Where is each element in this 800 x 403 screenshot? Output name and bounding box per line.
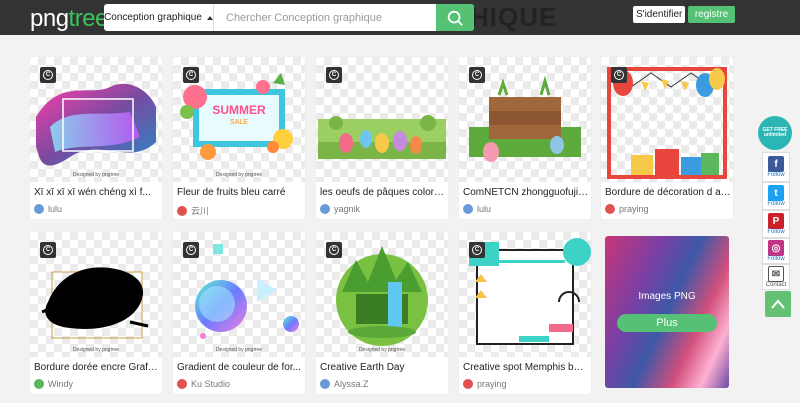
mail-icon: ✉: [768, 266, 784, 282]
card-title[interactable]: Creative Earth Day: [320, 362, 446, 373]
avatar: [177, 379, 187, 389]
card-author[interactable]: yagnik: [320, 204, 360, 214]
facebook-icon: f: [768, 156, 784, 172]
author-name: praying: [477, 379, 507, 389]
search-button[interactable]: [436, 4, 474, 31]
watermark: Designed by pngtree: [358, 347, 406, 353]
avatar: [463, 204, 473, 214]
author-name: lulu: [48, 204, 63, 214]
author-name: Alyssa.Z: [334, 379, 369, 389]
card-title[interactable]: ComNETCN zhongguofujia...: [463, 187, 589, 198]
card-author[interactable]: lulu: [463, 204, 491, 214]
chevron-up-icon: [771, 299, 785, 309]
copyright-icon: C: [40, 67, 56, 83]
card-author[interactable]: Alyssa.Z: [320, 379, 369, 389]
card-title[interactable]: Gradient de couleur de for...: [177, 362, 303, 373]
author-name: 云川: [191, 206, 210, 216]
card-title[interactable]: Fleur de fruits bleu carré: [177, 187, 303, 198]
avatar: [320, 379, 330, 389]
image-card[interactable]: C Creative spot Memphis bac... praying: [459, 232, 591, 394]
avatar: [320, 204, 330, 214]
register-button[interactable]: registre: [688, 6, 735, 23]
free-unlimited-badge[interactable]: GET FREE unlimited: [758, 116, 792, 150]
sidebar-item-label: Follow: [767, 201, 785, 207]
search-input[interactable]: [214, 4, 436, 31]
card-title[interactable]: Bordure de décoration d an...: [605, 187, 731, 198]
sidebar-item-label: Contact: [765, 282, 787, 288]
copyright-icon: C: [183, 67, 199, 83]
avatar: [605, 204, 615, 214]
logo-text-accent: tree: [68, 5, 109, 32]
sidebar-item-label: Follow: [767, 229, 785, 235]
sidebar-item-twitter[interactable]: t Follow: [762, 182, 790, 210]
author-name: Windy: [48, 379, 74, 389]
pngtree-logo[interactable]: pngtree: [30, 5, 108, 33]
avatar: [177, 205, 187, 216]
sale-label: SALE: [230, 119, 248, 126]
author-name: lulu: [477, 204, 492, 214]
watermark: Designed by pngtree: [215, 172, 263, 178]
author-name: praying: [619, 204, 649, 214]
card-author[interactable]: lulu: [34, 204, 62, 214]
back-to-top-button[interactable]: [765, 291, 791, 317]
search-icon: [447, 10, 463, 26]
caret-up-icon: [206, 15, 213, 20]
watermark: Designed by pngtree: [72, 172, 120, 178]
avatar: [34, 204, 44, 214]
image-card[interactable]: Designed by pngtree C Xī xī xī xī wén ch…: [30, 57, 162, 219]
avatar: [34, 379, 44, 389]
author-name: Ku Studio: [191, 379, 231, 389]
image-card[interactable]: C ComNETCN zhongguofujia... lulu: [459, 57, 591, 219]
sidebar-item-pinterest[interactable]: P Follow: [762, 210, 790, 238]
more-button[interactable]: Plus: [617, 314, 717, 332]
card-title[interactable]: Xī xī xī xī wén chéng xì f...: [34, 187, 160, 198]
image-card[interactable]: Designed by pngtree C Creative Earth Day…: [316, 232, 448, 394]
image-card[interactable]: C les oeufs de pâques coloré... yagnik: [316, 57, 448, 219]
watermark: Designed by pngtree: [215, 347, 263, 353]
promo-banner[interactable]: Images PNG Plus: [605, 236, 729, 388]
login-button[interactable]: S'identifier: [633, 6, 686, 23]
sidebar-item-facebook[interactable]: f Follow: [762, 152, 790, 182]
card-author[interactable]: Windy: [34, 379, 73, 389]
pinterest-icon: P: [768, 213, 784, 229]
promo-title: Images PNG: [638, 291, 696, 302]
image-card[interactable]: Designed by pngtree C Bordure dorée encr…: [30, 232, 162, 394]
summer-title: SUMMER: [212, 103, 266, 117]
logo-text: png: [30, 5, 69, 32]
copyright-icon: C: [326, 67, 342, 83]
sidebar-item-instagram[interactable]: ◎ Follow: [762, 238, 790, 264]
card-author[interactable]: 云川: [177, 204, 209, 217]
page-heading: HIQUE: [470, 2, 558, 32]
twitter-icon: t: [768, 185, 784, 201]
card-author[interactable]: praying: [605, 204, 649, 214]
sidebar-item-contact[interactable]: ✉ Contact: [762, 264, 790, 290]
image-card[interactable]: C Bordure de décoration d an... praying: [601, 57, 733, 219]
copyright-icon: C: [611, 67, 627, 83]
instagram-icon: ◎: [768, 240, 784, 256]
avatar: [463, 379, 473, 389]
copyright-icon: C: [40, 242, 56, 258]
sidebar-item-label: Follow: [767, 256, 785, 262]
copyright-icon: C: [469, 242, 485, 258]
copyright-icon: C: [183, 242, 199, 258]
card-author[interactable]: Ku Studio: [177, 379, 230, 389]
search-bar: Conception graphique: [104, 4, 474, 31]
search-category-label: Conception graphique: [104, 12, 202, 23]
copyright-icon: C: [469, 67, 485, 83]
card-title[interactable]: Creative spot Memphis bac...: [463, 362, 589, 373]
card-title[interactable]: les oeufs de pâques coloré...: [320, 187, 446, 198]
image-card[interactable]: SUMMER SALE Designed by pngtree C Fleur …: [173, 57, 305, 219]
sidebar-item-label: Follow: [767, 172, 785, 178]
card-title[interactable]: Bordure dorée encre Graffit...: [34, 362, 160, 373]
search-category-dropdown[interactable]: Conception graphique: [104, 4, 214, 31]
image-card[interactable]: Designed by pngtree C Gradient de couleu…: [173, 232, 305, 394]
watermark: Designed by pngtree: [72, 347, 120, 353]
card-author[interactable]: praying: [463, 379, 507, 389]
author-name: yagnik: [334, 204, 361, 214]
copyright-icon: C: [326, 242, 342, 258]
